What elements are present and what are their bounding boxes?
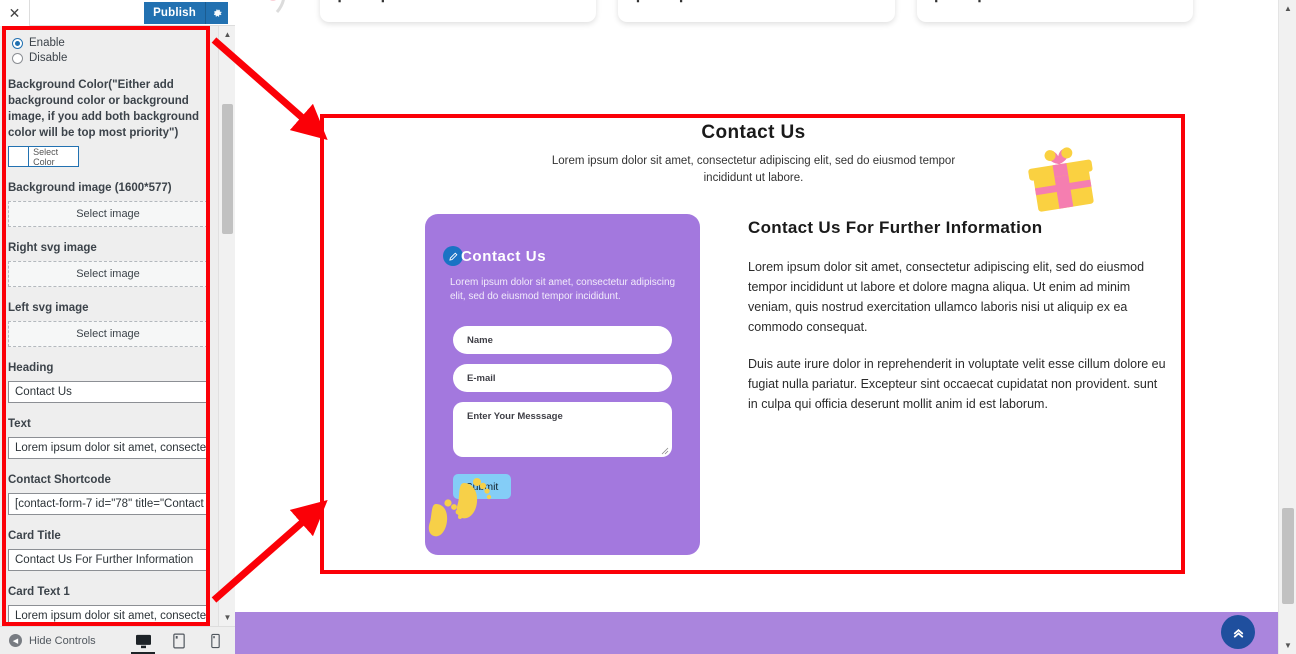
customizer-screen: ✕ Publish Enable Disable Background Colo… [0, 0, 1296, 654]
top-card[interactable]: ▪ ▪ [916, 0, 1193, 22]
scroll-to-top-button[interactable] [1221, 615, 1255, 649]
sidebar-footer: ◀ Hide Controls [0, 626, 235, 654]
gear-icon[interactable] [205, 2, 228, 24]
info-title: Contact Us For Further Information [748, 218, 1043, 237]
window-scrollbar[interactable]: ▲ ▼ [1278, 0, 1296, 654]
publish-group: Publish [144, 2, 228, 24]
page-footer [235, 612, 1278, 654]
top-card[interactable]: ▪ ▪ [320, 0, 597, 22]
top-card-row: ▪ ▪ ▪ ▪ ▪ ▪ [235, 0, 1278, 22]
desktop-icon[interactable] [131, 627, 155, 654]
top-card[interactable]: ▪ ▪ [618, 0, 895, 22]
hide-controls-label: Hide Controls [29, 634, 96, 647]
window-scroll-thumb[interactable] [1282, 508, 1294, 604]
sidebar-header: ✕ Publish [0, 0, 235, 26]
window-scroll-up-icon[interactable]: ▲ [1279, 0, 1296, 17]
tablet-icon[interactable] [169, 627, 189, 654]
publish-button[interactable]: Publish [144, 2, 205, 24]
hide-controls-icon: ◀ [9, 634, 22, 647]
close-icon[interactable]: ✕ [0, 0, 30, 26]
annotation-box-content [320, 114, 1185, 574]
top-card-meta: ▪ ▪ [636, 0, 683, 6]
mobile-icon[interactable] [205, 627, 225, 654]
top-card-meta: ▪ ▪ [338, 0, 385, 6]
annotation-box-sidebar [2, 26, 210, 626]
hide-controls-button[interactable]: ◀ Hide Controls [9, 634, 96, 647]
sidebar-scrollbar[interactable]: ▲ ▼ [218, 26, 235, 626]
window-scroll-down-icon[interactable]: ▼ [1279, 637, 1296, 654]
device-preview-switcher [131, 627, 225, 654]
top-card-meta: ▪ ▪ [934, 0, 982, 6]
scroll-down-icon[interactable]: ▼ [219, 609, 236, 626]
scroll-up-icon[interactable]: ▲ [219, 26, 236, 43]
sidebar-scroll-thumb[interactable] [222, 104, 233, 234]
